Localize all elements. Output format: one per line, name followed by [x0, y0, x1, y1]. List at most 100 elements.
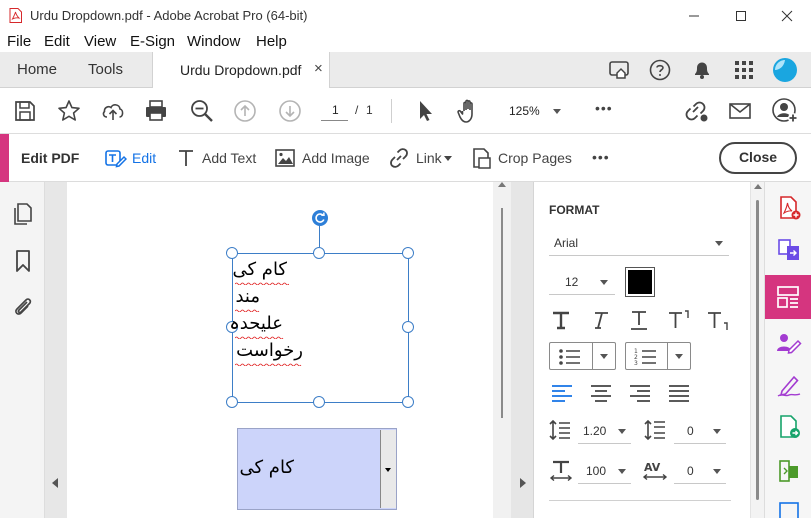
font-size-dropdown[interactable]: 12 [549, 269, 615, 295]
request-signatures-icon[interactable] [776, 330, 802, 356]
hand-tool-icon[interactable] [455, 97, 483, 125]
tab-home[interactable]: Home [17, 61, 57, 78]
page-number-input[interactable]: 1 [321, 99, 348, 121]
minimize-icon[interactable] [684, 6, 704, 26]
scroll-thumb[interactable] [501, 208, 503, 418]
cloud-upload-icon[interactable] [100, 98, 126, 124]
scroll-thumb[interactable] [756, 200, 759, 500]
resize-handle-top-right[interactable] [402, 247, 414, 259]
align-right-icon[interactable] [629, 384, 651, 402]
color-swatch-fill [628, 270, 652, 294]
menu-esign[interactable]: E-Sign [130, 33, 175, 50]
resize-handle-right[interactable] [402, 321, 414, 333]
create-pdf-icon[interactable] [777, 195, 801, 221]
pages-thumbnail-icon[interactable] [12, 202, 34, 226]
superscript-t-icon[interactable] [667, 308, 691, 331]
more-tools-icon[interactable]: ••• [592, 149, 610, 165]
profile-avatar-icon[interactable] [771, 56, 799, 84]
paragraph-spacing-icon[interactable] [644, 419, 666, 441]
menu-view[interactable]: View [84, 33, 116, 50]
close-tab-icon[interactable]: × [314, 60, 323, 77]
character-spacing-dropdown[interactable]: 0 [674, 458, 726, 484]
main-toolbar: 1 / 1 125% ••• [0, 88, 811, 134]
scroll-up-arrow[interactable] [498, 182, 506, 187]
collapse-right-panel-arrow[interactable] [520, 478, 526, 488]
edit-pdf-tool-active[interactable] [765, 275, 811, 319]
panel-splitter[interactable] [511, 182, 534, 518]
bookmark-icon[interactable] [13, 249, 33, 273]
apps-grid-icon[interactable] [731, 57, 757, 83]
font-family-dropdown[interactable]: Arial [549, 230, 729, 256]
line-spacing-icon[interactable] [549, 419, 571, 441]
textbox-line[interactable]: مند [235, 286, 260, 307]
menu-help[interactable]: Help [256, 33, 287, 50]
save-icon[interactable] [13, 99, 37, 123]
select-pointer-icon[interactable] [413, 98, 437, 124]
dropdown-arrow-button[interactable] [380, 430, 396, 508]
email-icon[interactable] [727, 98, 753, 124]
more-options-icon[interactable]: ••• [595, 100, 613, 116]
collapse-left-panel-arrow[interactable] [52, 478, 58, 488]
close-edit-button[interactable]: Close [719, 142, 797, 174]
resize-handle-bottom-left[interactable] [226, 396, 238, 408]
resize-handle-top[interactable] [313, 247, 325, 259]
previous-page-icon[interactable] [232, 98, 258, 124]
subscript-t-icon[interactable] [706, 309, 730, 332]
maximize-icon[interactable] [731, 6, 751, 26]
font-color-swatch[interactable] [625, 267, 655, 297]
bold-t-icon[interactable] [550, 309, 572, 331]
horizontal-scale-dropdown[interactable]: 100 [578, 458, 631, 484]
horizontal-scale-icon[interactable] [549, 459, 573, 481]
help-icon[interactable] [647, 57, 673, 83]
format-panel-scrollbar[interactable] [750, 182, 764, 518]
resize-handle-bottom-right[interactable] [402, 396, 414, 408]
share-screen-icon[interactable] [607, 57, 633, 83]
link-dropdown-button[interactable]: Link [387, 145, 453, 171]
character-spacing-icon[interactable]: AV [642, 459, 668, 481]
justify-icon[interactable] [668, 384, 690, 402]
add-image-button[interactable]: Add Image [274, 145, 372, 171]
document-scrollbar[interactable] [493, 182, 511, 518]
star-bookmark-icon[interactable] [56, 98, 82, 124]
attachment-icon[interactable] [11, 295, 35, 319]
edit-tool-button[interactable]: Edit [103, 145, 159, 171]
scroll-up-arrow[interactable] [754, 184, 762, 189]
menu-file[interactable]: File [7, 33, 31, 50]
combine-files-icon[interactable] [776, 237, 802, 263]
bullet-list-dropdown[interactable] [549, 342, 616, 370]
share-link-icon[interactable] [681, 97, 711, 125]
menu-edit[interactable]: Edit [44, 33, 70, 50]
menu-window[interactable]: Window [187, 33, 240, 50]
add-user-icon[interactable] [771, 97, 799, 125]
rotate-handle-icon[interactable] [311, 209, 329, 227]
add-text-button[interactable]: Add Text [176, 145, 260, 171]
more-tools-rail-icon[interactable] [777, 500, 801, 518]
underline-t-icon[interactable] [628, 309, 650, 331]
textbox-line[interactable]: رخواست [236, 340, 303, 361]
zoom-out-icon[interactable] [189, 98, 215, 124]
crop-icon [473, 148, 491, 169]
align-center-icon[interactable] [590, 384, 612, 402]
tab-tools[interactable]: Tools [88, 61, 123, 78]
bell-icon[interactable] [689, 57, 715, 83]
export-pdf-icon[interactable] [777, 414, 801, 440]
tab-document[interactable]: Urdu Dropdown.pdf × [152, 52, 330, 89]
edit-accent-bar [0, 134, 9, 182]
paragraph-spacing-dropdown[interactable]: 0 [674, 418, 726, 444]
resize-handle-bottom[interactable] [313, 396, 325, 408]
textbox-line[interactable]: علیحدہ [229, 313, 283, 334]
dropdown-form-field[interactable]: کام کی [237, 428, 397, 510]
align-left-icon[interactable] [551, 384, 573, 402]
numbered-list-dropdown[interactable]: 1 2 3 [625, 342, 691, 370]
close-window-icon[interactable] [777, 6, 797, 26]
resize-handle-top-left[interactable] [226, 247, 238, 259]
organize-pages-icon[interactable] [777, 458, 801, 484]
textbox-line[interactable]: کام کی [233, 259, 288, 280]
line-spacing-dropdown[interactable]: 1.20 [578, 418, 631, 444]
italic-t-icon[interactable] [589, 309, 611, 331]
print-icon[interactable] [143, 98, 169, 124]
fill-and-sign-icon[interactable] [776, 372, 802, 398]
zoom-dropdown[interactable]: 125% [503, 99, 567, 123]
next-page-icon[interactable] [277, 98, 303, 124]
crop-pages-button[interactable]: Crop Pages [470, 145, 572, 171]
